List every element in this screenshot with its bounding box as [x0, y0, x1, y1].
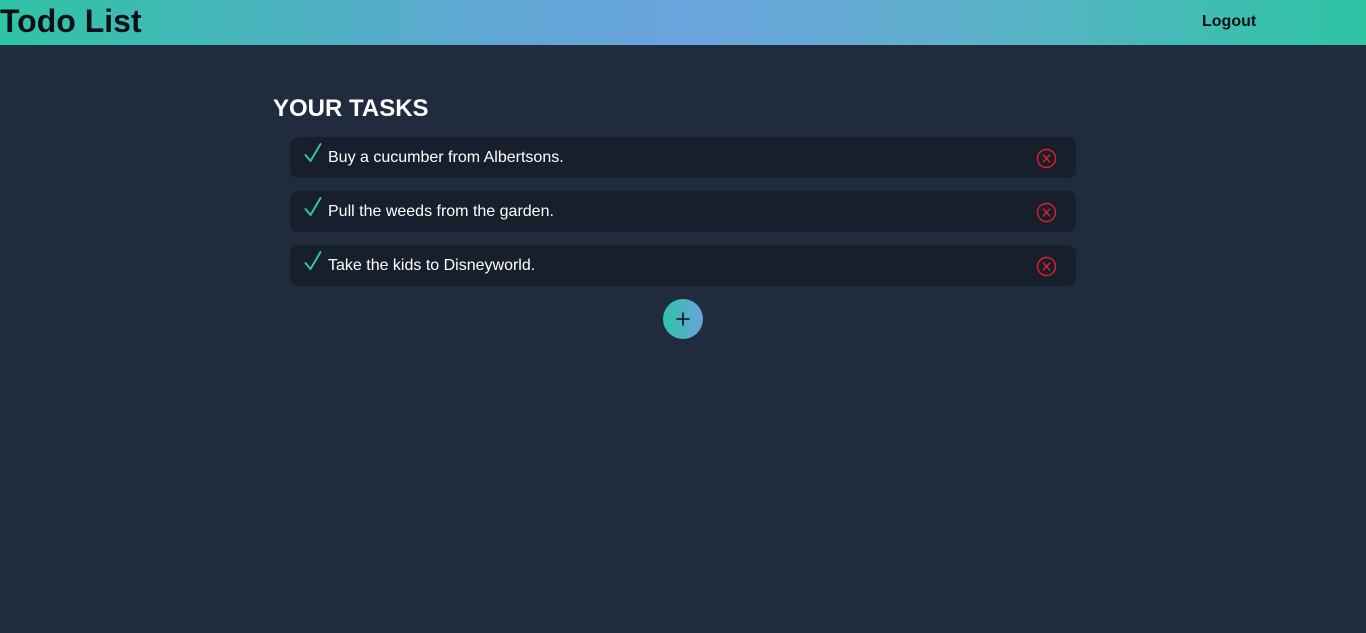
task-text: Pull the weeds from the garden.: [328, 203, 554, 220]
task-item: Pull the weeds from the garden.: [290, 191, 1076, 232]
delete-task-button[interactable]: [1036, 148, 1057, 169]
plus-icon: [676, 312, 690, 326]
task-item: Buy a cucumber from Albertsons.: [290, 137, 1076, 178]
add-task-button[interactable]: [663, 299, 703, 339]
delete-task-button[interactable]: [1036, 202, 1057, 223]
task-text: Take the kids to Disneyworld.: [328, 257, 536, 274]
task-list: Buy a cucumber from Albertsons. Pull the…: [290, 137, 1076, 299]
check-icon[interactable]: [304, 142, 322, 164]
delete-task-button[interactable]: [1036, 256, 1057, 277]
page-title: YOUR TASKS: [273, 95, 429, 122]
logout-link[interactable]: Logout: [1202, 12, 1256, 32]
check-icon[interactable]: [304, 250, 322, 272]
task-text: Buy a cucumber from Albertsons.: [328, 149, 564, 166]
app-title: Todo List: [0, 3, 142, 39]
navbar: Todo List Logout: [0, 0, 1366, 45]
task-item: Take the kids to Disneyworld.: [290, 245, 1076, 286]
check-icon[interactable]: [304, 196, 322, 218]
